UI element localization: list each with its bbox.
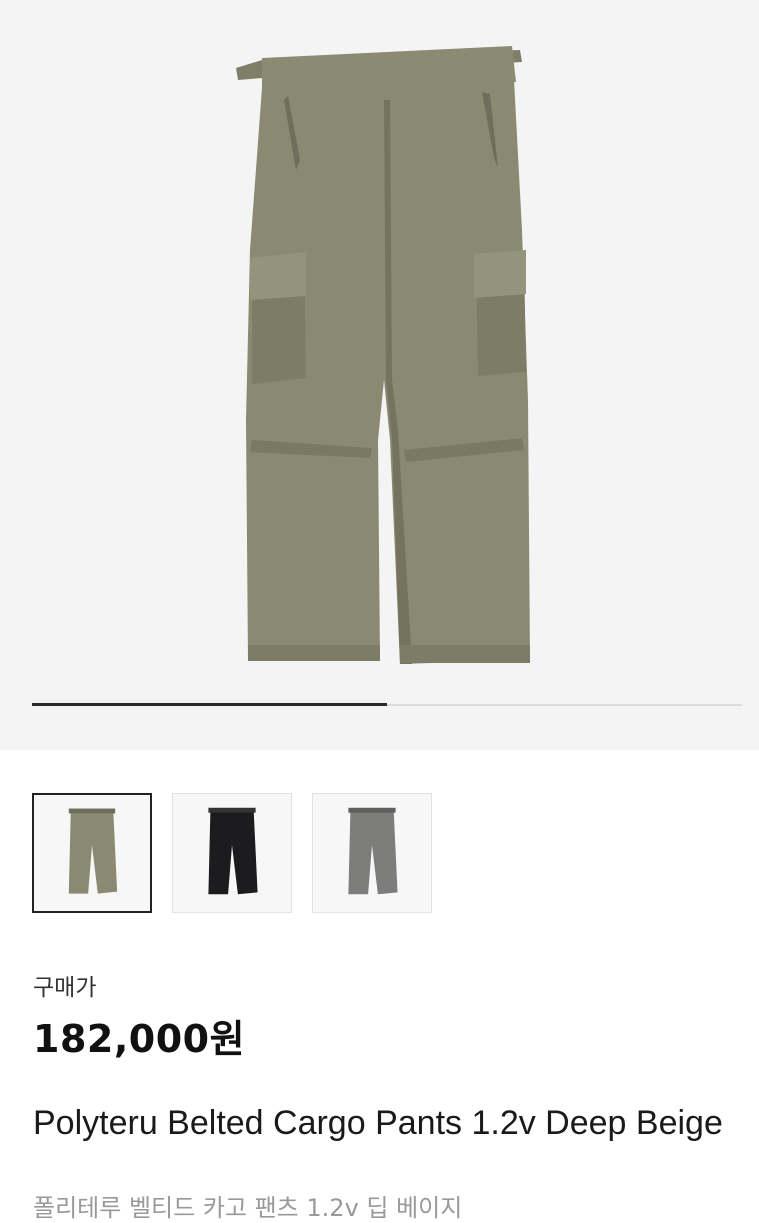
gallery-progress-fill (32, 703, 387, 706)
thumbnail-deep-beige[interactable] (32, 793, 152, 913)
product-name: Polyteru Belted Cargo Pants 1.2v Deep Be… (33, 1104, 723, 1142)
pants-deep-beige-icon (68, 808, 118, 894)
product-image-gallery[interactable] (0, 0, 759, 750)
price-label: 구매가 (33, 975, 97, 1001)
cargo-pants-main-image (236, 46, 530, 664)
pants-gray-icon (348, 807, 398, 895)
thumbnail-black[interactable] (172, 793, 292, 913)
price-value: 182,000원 (33, 1017, 246, 1061)
thumbnail-gray[interactable] (312, 793, 432, 913)
gallery-progress-bar (32, 703, 742, 706)
pants-black-icon (208, 807, 258, 895)
product-subtitle: 폴리테루 벨티드 카고 팬츠 1.2v 딥 베이지 (33, 1194, 463, 1222)
variant-thumbnails (32, 793, 452, 917)
